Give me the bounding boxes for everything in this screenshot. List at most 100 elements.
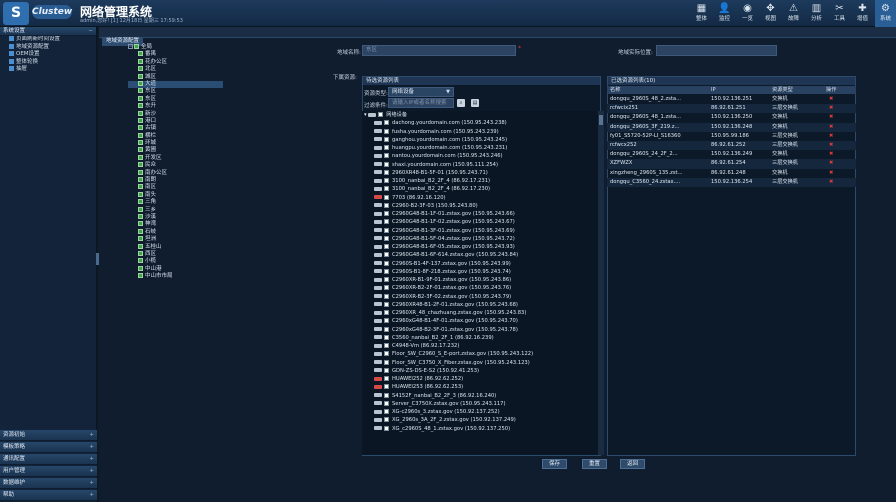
checkbox[interactable] <box>384 301 389 307</box>
device-item[interactable]: C2960G48-B1-6F-614.zstax.gov (150.95.243… <box>362 251 600 259</box>
device-item[interactable]: C2960S-B1-4F-137.zstax.gov (150.95.243.9… <box>362 260 600 268</box>
tree-node[interactable]: 中山市市局 <box>128 273 223 280</box>
region-pos-input[interactable] <box>656 45 777 56</box>
tree-node[interactable]: 中山港 <box>128 265 223 273</box>
tool-fault[interactable]: ⚠ 故障 <box>783 0 804 27</box>
tree-node[interactable]: 环城 <box>128 140 223 147</box>
device-item[interactable]: C2960G48-B1-1F-01.zstax.gov (150.95.243.… <box>362 210 600 218</box>
device-item[interactable]: C2960XR_48_chazhuang.zstax.gov (150.95.2… <box>362 309 600 317</box>
device-group[interactable]: ▾ 网络设备 <box>362 111 600 119</box>
checkbox[interactable] <box>138 66 143 72</box>
tree-node[interactable]: 横栏 <box>128 132 223 140</box>
sidebar-section[interactable]: 通讯配置 + <box>0 454 97 465</box>
device-item[interactable]: C2960S-B1-8F-218.zstax.gov (150.95.243.7… <box>362 268 600 276</box>
sidebar-item[interactable]: 抽屉 <box>0 66 96 74</box>
checkbox[interactable] <box>138 140 143 146</box>
checkbox[interactable] <box>384 120 389 126</box>
device-item[interactable]: XG_c2960S_48_1.zstax.gov (150.92.137.250… <box>362 425 600 433</box>
delete-icon[interactable]: ✖ <box>829 104 833 113</box>
checkbox[interactable] <box>138 117 143 123</box>
table-row[interactable]: dongqu_C3560_24.zstax.... 150.92.136.254 三… <box>607 177 856 187</box>
sidebar-section[interactable]: 用户管理 + <box>0 466 97 477</box>
device-item[interactable]: 2960XR48-B1-5F-01 (150.95.243.71) <box>362 169 600 177</box>
checkbox[interactable] <box>138 103 143 109</box>
device-item[interactable]: 7703 (86.92.16.120) <box>362 194 600 202</box>
tree-node[interactable]: 小榄 <box>128 258 223 265</box>
device-item[interactable]: Server_C3750X.zstax.gov (150.95.243.117) <box>362 400 600 408</box>
tree-node[interactable]: 南朗 <box>128 177 223 184</box>
device-item[interactable]: C2960xG48-B1-4F-01.zstax.gov (150.95.243… <box>362 317 600 325</box>
sidebar-section-system[interactable]: 系统设置 − <box>0 27 96 36</box>
table-row[interactable]: dongqu_2960S_48_2.zsta... 150.92.136.251 交… <box>607 95 856 104</box>
checkbox[interactable] <box>138 88 143 94</box>
tree-node[interactable]: 南区 <box>128 184 223 191</box>
checkbox[interactable] <box>384 136 389 142</box>
checkbox[interactable] <box>384 285 389 291</box>
checkbox[interactable] <box>384 326 389 332</box>
tool-monitor[interactable]: 👤 监控 <box>714 0 735 27</box>
checkbox[interactable] <box>384 310 389 315</box>
checkbox[interactable] <box>384 178 389 183</box>
checkbox[interactable] <box>384 277 389 282</box>
delete-icon[interactable]: ✖ <box>829 159 833 168</box>
tree-node[interactable]: 西区 <box>128 250 223 258</box>
checkbox[interactable] <box>384 425 389 431</box>
tree-root[interactable]: − 全局 <box>128 44 223 51</box>
table-row[interactable]: dongqu_2960S_24_2F_2... 150.92.136.249 交换机… <box>607 150 856 159</box>
checkbox[interactable] <box>384 219 389 225</box>
checkbox[interactable] <box>138 273 143 279</box>
expand-icon[interactable]: + <box>89 466 94 477</box>
checkbox[interactable] <box>138 206 143 212</box>
device-item[interactable]: ganghou.yourdomain.com (150.95.243.245) <box>362 136 600 144</box>
checkbox[interactable] <box>384 376 389 381</box>
table-row[interactable]: rcfwcix251 86.92.61.251 三层交换机 ✖ <box>607 104 856 114</box>
tree-node[interactable]: 东区 <box>128 88 223 95</box>
table-row[interactable]: dongqu_2960S_3F_219.z... 150.92.136.248 交换… <box>607 122 856 132</box>
device-item[interactable]: C2960XR-B2-3F-02.zstax.gov (150.95.243.7… <box>362 293 600 301</box>
device-item[interactable]: HUAWEI252 (86.92.62.252) <box>362 375 600 383</box>
filter-input[interactable]: 请输入IP或者名称搜索 <box>388 98 454 108</box>
tool-list[interactable]: ◉ 一览 <box>737 0 758 27</box>
tree-node[interactable]: 沙溪 <box>128 213 223 221</box>
device-item[interactable]: Floor_SW_C2960_S_E-port.zstax.gov (150.9… <box>362 350 600 358</box>
checkbox[interactable] <box>384 351 389 357</box>
tool-overview[interactable]: ▦ 整体 <box>691 0 712 27</box>
checkbox[interactable] <box>384 293 389 299</box>
device-item[interactable]: C2960G48-B1-1F-02.zstax.gov (150.95.243.… <box>362 218 600 226</box>
tree-node[interactable]: 神湾 <box>128 221 223 228</box>
device-item[interactable]: nantou.yourdomain.com (150.95.243.246) <box>362 152 600 160</box>
table-row[interactable]: fy01_S5720-52P-LI_S16360 150.95.99.186 三层交… <box>607 132 856 141</box>
tree-node[interactable]: 三角 <box>128 199 223 206</box>
tree-node[interactable]: 番禺 <box>128 51 223 58</box>
sidebar-item[interactable]: 页面刷新时间设置 <box>0 36 96 44</box>
checkbox[interactable] <box>384 202 389 208</box>
tree-node[interactable]: 南办公区 <box>128 169 223 177</box>
checkbox[interactable] <box>384 384 389 390</box>
checkbox[interactable] <box>384 260 389 266</box>
sidebar-section[interactable]: 数据维护 + <box>0 478 97 489</box>
search-icon[interactable]: ⌕ <box>457 99 465 107</box>
checkbox[interactable] <box>138 95 143 101</box>
sidebar-item[interactable]: 地域资源配置 <box>0 43 96 52</box>
checkbox[interactable] <box>138 191 143 197</box>
tree-node[interactable]: 东升 <box>128 103 223 110</box>
sidebar-section[interactable]: 帮助 + <box>0 490 97 501</box>
sidebar-section[interactable]: 资源初始 + <box>0 430 97 441</box>
tree-node[interactable]: 南头 <box>128 191 223 199</box>
device-item[interactable]: C2960xG48-B2-3F-01.zstax.gov (150.95.243… <box>362 326 600 334</box>
checkbox[interactable] <box>384 186 389 192</box>
device-item[interactable]: C2960XR48-B1-2F-01.zstax.gov (150.95.243… <box>362 301 600 309</box>
tool-view[interactable]: ✥ 视图 <box>760 0 781 27</box>
tree-node[interactable]: 黄圃 <box>128 147 223 154</box>
device-item[interactable]: S4152F_nanbai_B2_2F_3 (86.92.16.240) <box>362 392 600 400</box>
checkbox[interactable] <box>138 110 143 116</box>
table-row[interactable]: rcfwcx252 86.92.61.252 三层交换机 ✖ <box>607 141 856 151</box>
tree-node[interactable]: 港口 <box>128 117 223 125</box>
tree-node[interactable]: 花办公区 <box>128 58 223 66</box>
device-item[interactable]: C2960G48-B1-3F-01.zstax.gov (150.95.243.… <box>362 227 600 235</box>
delete-icon[interactable]: ✖ <box>829 141 833 150</box>
tree-node[interactable]: 石岐 <box>128 228 223 236</box>
checkbox[interactable] <box>138 154 143 160</box>
checkbox[interactable] <box>138 177 143 183</box>
device-item[interactable]: GDN-ZS-DS-E-S2 (150.92.41.253) <box>362 367 600 375</box>
